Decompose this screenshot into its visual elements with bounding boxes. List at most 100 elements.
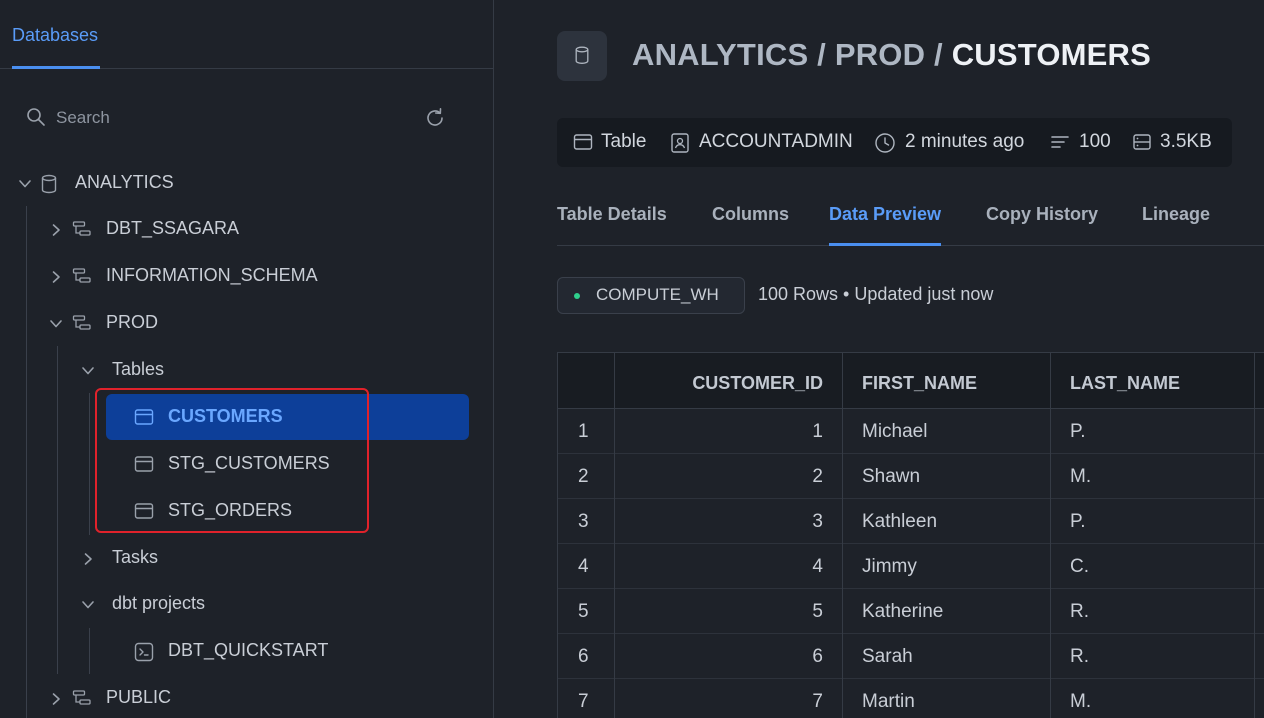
- row-number: 5: [578, 601, 589, 622]
- tree-item-schema[interactable]: PUBLIC: [0, 678, 494, 718]
- tree-item-label: dbt projects: [112, 593, 206, 613]
- table-row: 3 3 Kathleen P.: [558, 499, 1264, 544]
- object-tabs: Table Details Columns Data Preview Copy …: [557, 190, 1264, 246]
- tree-item-table[interactable]: STG_ORDERS: [106, 491, 469, 531]
- schema-icon: [72, 690, 91, 705]
- table-icon: [134, 409, 154, 425]
- cell-first-name: Martin: [862, 691, 915, 712]
- column-divider: [614, 353, 615, 718]
- table-icon: [134, 503, 154, 519]
- search-row: [0, 96, 494, 140]
- clock-icon: [875, 133, 895, 153]
- cell-first-name: Michael: [862, 421, 928, 442]
- cell-customer-id: 5: [812, 601, 823, 622]
- object-badge: [557, 31, 607, 81]
- meta-updated: 2 minutes ago: [874, 118, 1039, 167]
- chevron-down-icon: [19, 180, 31, 188]
- tree-group-dbt-projects[interactable]: dbt projects: [0, 584, 494, 624]
- tab-copy-history[interactable]: Copy History: [986, 204, 1098, 246]
- tab-columns[interactable]: Columns: [712, 204, 789, 246]
- storage-icon: [1133, 134, 1151, 150]
- object-explorer-sidebar: Databases ANALYTICS DBT_SSAGARA INFORMAT…: [0, 0, 494, 718]
- tree-item-schema[interactable]: PROD: [0, 303, 494, 343]
- meta-size: 3.5KB: [1132, 118, 1227, 167]
- tab-databases[interactable]: Databases: [12, 25, 101, 69]
- grid-header: CUSTOMER_ID FIRST_NAME LAST_NAME: [558, 353, 1264, 409]
- table-row: 7 7 Martin M.: [558, 679, 1264, 718]
- column-divider[interactable]: [1254, 353, 1255, 718]
- search-icon: [27, 108, 45, 126]
- row-number: 6: [578, 646, 589, 667]
- column-header-last-name[interactable]: LAST_NAME: [1070, 373, 1180, 394]
- database-icon: [41, 174, 57, 194]
- column-divider[interactable]: [1050, 353, 1051, 718]
- meta-type: Table: [573, 118, 663, 167]
- tab-lineage[interactable]: Lineage: [1142, 204, 1210, 246]
- cell-customer-id: 1: [812, 421, 823, 442]
- tree-item-dbt-project[interactable]: DBT_QUICKSTART: [106, 631, 469, 671]
- chevron-down-icon: [82, 601, 94, 609]
- search-input[interactable]: [56, 104, 396, 132]
- breadcrumb-separator: /: [817, 37, 826, 72]
- chevron-right-icon: [52, 693, 60, 705]
- column-header-first-name[interactable]: FIRST_NAME: [862, 373, 977, 394]
- tree-item-label: Tables: [112, 359, 165, 379]
- database-icon: [575, 46, 589, 64]
- cell-last-name: P.: [1070, 421, 1086, 442]
- chevron-down-icon: [82, 367, 94, 375]
- tree-item-table[interactable]: STG_CUSTOMERS: [106, 444, 469, 484]
- table-icon: [134, 456, 154, 472]
- table-icon: [573, 134, 593, 150]
- tree-item-label: STG_ORDERS: [168, 500, 293, 520]
- cell-first-name: Jimmy: [862, 556, 917, 577]
- tree-item-schema[interactable]: DBT_SSAGARA: [0, 209, 494, 249]
- tree-item-label: CUSTOMERS: [168, 406, 283, 426]
- tree-item-label: PROD: [106, 312, 159, 332]
- tab-data-preview[interactable]: Data Preview: [829, 204, 942, 246]
- data-preview-grid: CUSTOMER_ID FIRST_NAME LAST_NAME 1 1 Mic…: [557, 352, 1264, 718]
- column-header-customer-id[interactable]: CUSTOMER_ID: [692, 373, 823, 394]
- tree-guide: [89, 628, 90, 674]
- breadcrumb-separator: /: [934, 37, 943, 72]
- cell-customer-id: 6: [812, 646, 823, 667]
- row-number: 7: [578, 691, 589, 712]
- terminal-icon: [134, 642, 154, 662]
- row-number: 2: [578, 466, 589, 487]
- cell-customer-id: 4: [812, 556, 823, 577]
- table-row: 5 5 Katherine R.: [558, 589, 1264, 634]
- cell-first-name: Katherine: [862, 601, 944, 622]
- owner-badge-icon: [671, 133, 689, 153]
- refresh-icon[interactable]: [424, 107, 446, 129]
- schema-icon: [72, 268, 91, 283]
- row-number: 4: [578, 556, 589, 577]
- cell-last-name: R.: [1070, 646, 1089, 667]
- tree-item-table-customers[interactable]: CUSTOMERS: [106, 397, 469, 437]
- cell-first-name: Kathleen: [862, 511, 938, 532]
- breadcrumb-schema[interactable]: PROD: [835, 37, 925, 72]
- tree-group-tables[interactable]: Tables: [0, 350, 494, 390]
- tree-item-schema[interactable]: INFORMATION_SCHEMA: [0, 256, 494, 296]
- breadcrumb-database[interactable]: ANALYTICS: [632, 37, 808, 72]
- warehouse-selector[interactable]: COMPUTE_WH: [557, 277, 745, 314]
- chevron-right-icon: [52, 224, 60, 236]
- cell-customer-id: 2: [812, 466, 823, 487]
- table-row: 4 4 Jimmy C.: [558, 544, 1264, 589]
- sidebar-tabs: Databases: [0, 0, 494, 69]
- chevron-right-icon: [52, 271, 60, 283]
- meta-owner: ACCOUNTADMIN: [670, 118, 860, 167]
- tree-group-tasks[interactable]: Tasks: [0, 538, 494, 578]
- tree-item-label: DBT_SSAGARA: [106, 218, 240, 238]
- cell-last-name: P.: [1070, 511, 1086, 532]
- tree-item-label: Tasks: [112, 547, 159, 567]
- main-panel: ANALYTICS / PROD / CUSTOMERS Table ACCOU…: [495, 0, 1264, 718]
- tree-item-label: ANALYTICS: [75, 172, 174, 192]
- column-divider[interactable]: [842, 353, 843, 718]
- tab-table-details[interactable]: Table Details: [557, 204, 667, 246]
- tree-item-label: STG_CUSTOMERS: [168, 453, 330, 473]
- warehouse-name: COMPUTE_WH: [596, 285, 719, 304]
- meta-rows: 100: [1050, 118, 1120, 167]
- cell-last-name: R.: [1070, 601, 1089, 622]
- tree-item-database[interactable]: ANALYTICS: [0, 163, 494, 203]
- tree-guide: [89, 393, 90, 535]
- table-row: 2 2 Shawn M.: [558, 454, 1264, 499]
